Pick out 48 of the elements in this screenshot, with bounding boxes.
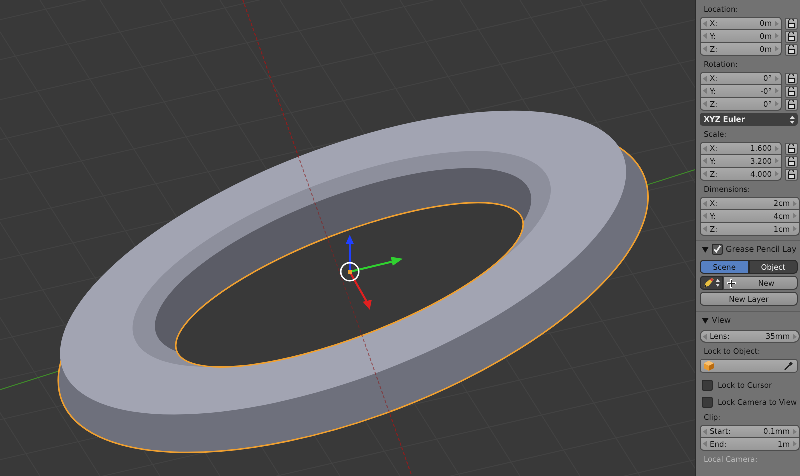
decrement-arrow-icon[interactable] xyxy=(703,441,707,447)
checkbox[interactable] xyxy=(702,397,713,408)
cube-icon xyxy=(704,361,714,371)
decrement-arrow-icon[interactable] xyxy=(703,101,707,107)
increment-arrow-icon[interactable] xyxy=(793,213,797,219)
decrement-arrow-icon[interactable] xyxy=(703,146,707,152)
increment-arrow-icon[interactable] xyxy=(775,20,779,26)
decrement-arrow-icon[interactable] xyxy=(703,88,707,94)
checkbox[interactable] xyxy=(712,244,723,254)
increment-arrow-icon[interactable] xyxy=(793,200,797,206)
decrement-arrow-icon[interactable] xyxy=(703,76,707,82)
updown-icon xyxy=(790,116,795,124)
plus-icon xyxy=(727,278,736,288)
pencil-icon xyxy=(703,277,715,289)
increment-arrow-icon[interactable] xyxy=(775,88,779,94)
panel-header[interactable]: Grease Pencil Lay xyxy=(696,240,800,257)
panel-title: Grease Pencil Lay xyxy=(726,244,797,254)
increment-arrow-icon[interactable] xyxy=(793,441,797,447)
eyedropper-icon[interactable] xyxy=(784,361,794,371)
increment-arrow-icon[interactable] xyxy=(775,146,779,152)
increment-arrow-icon[interactable] xyxy=(775,101,779,107)
transform-gizmo-drawing[interactable] xyxy=(340,235,403,310)
expanded-triangle-icon[interactable] xyxy=(702,246,709,252)
panel-title: View xyxy=(712,316,731,324)
increment-arrow-icon[interactable] xyxy=(775,171,779,177)
decrement-arrow-icon[interactable] xyxy=(703,213,707,219)
increment-arrow-icon[interactable] xyxy=(793,226,797,232)
decrement-arrow-icon[interactable] xyxy=(703,20,707,26)
decrement-arrow-icon[interactable] xyxy=(703,226,707,232)
expanded-triangle-icon[interactable] xyxy=(702,316,709,324)
increment-arrow-icon[interactable] xyxy=(793,334,797,340)
decrement-arrow-icon[interactable] xyxy=(703,33,707,39)
updown-icon xyxy=(716,279,720,287)
decrement-arrow-icon[interactable] xyxy=(703,46,707,52)
object-field[interactable] xyxy=(700,359,798,373)
increment-arrow-icon[interactable] xyxy=(793,428,797,434)
increment-arrow-icon[interactable] xyxy=(775,76,779,82)
panel-header[interactable]: View xyxy=(696,311,800,328)
decrement-arrow-icon[interactable] xyxy=(703,428,707,434)
increment-arrow-icon[interactable] xyxy=(775,158,779,164)
checkbox[interactable] xyxy=(702,380,713,391)
decrement-arrow-icon[interactable] xyxy=(703,171,707,177)
decrement-arrow-icon[interactable] xyxy=(703,200,707,206)
brush-selector[interactable] xyxy=(700,276,723,290)
decrement-arrow-icon[interactable] xyxy=(703,334,707,340)
decrement-arrow-icon[interactable] xyxy=(703,158,707,164)
increment-arrow-icon[interactable] xyxy=(775,33,779,39)
increment-arrow-icon[interactable] xyxy=(775,46,779,52)
